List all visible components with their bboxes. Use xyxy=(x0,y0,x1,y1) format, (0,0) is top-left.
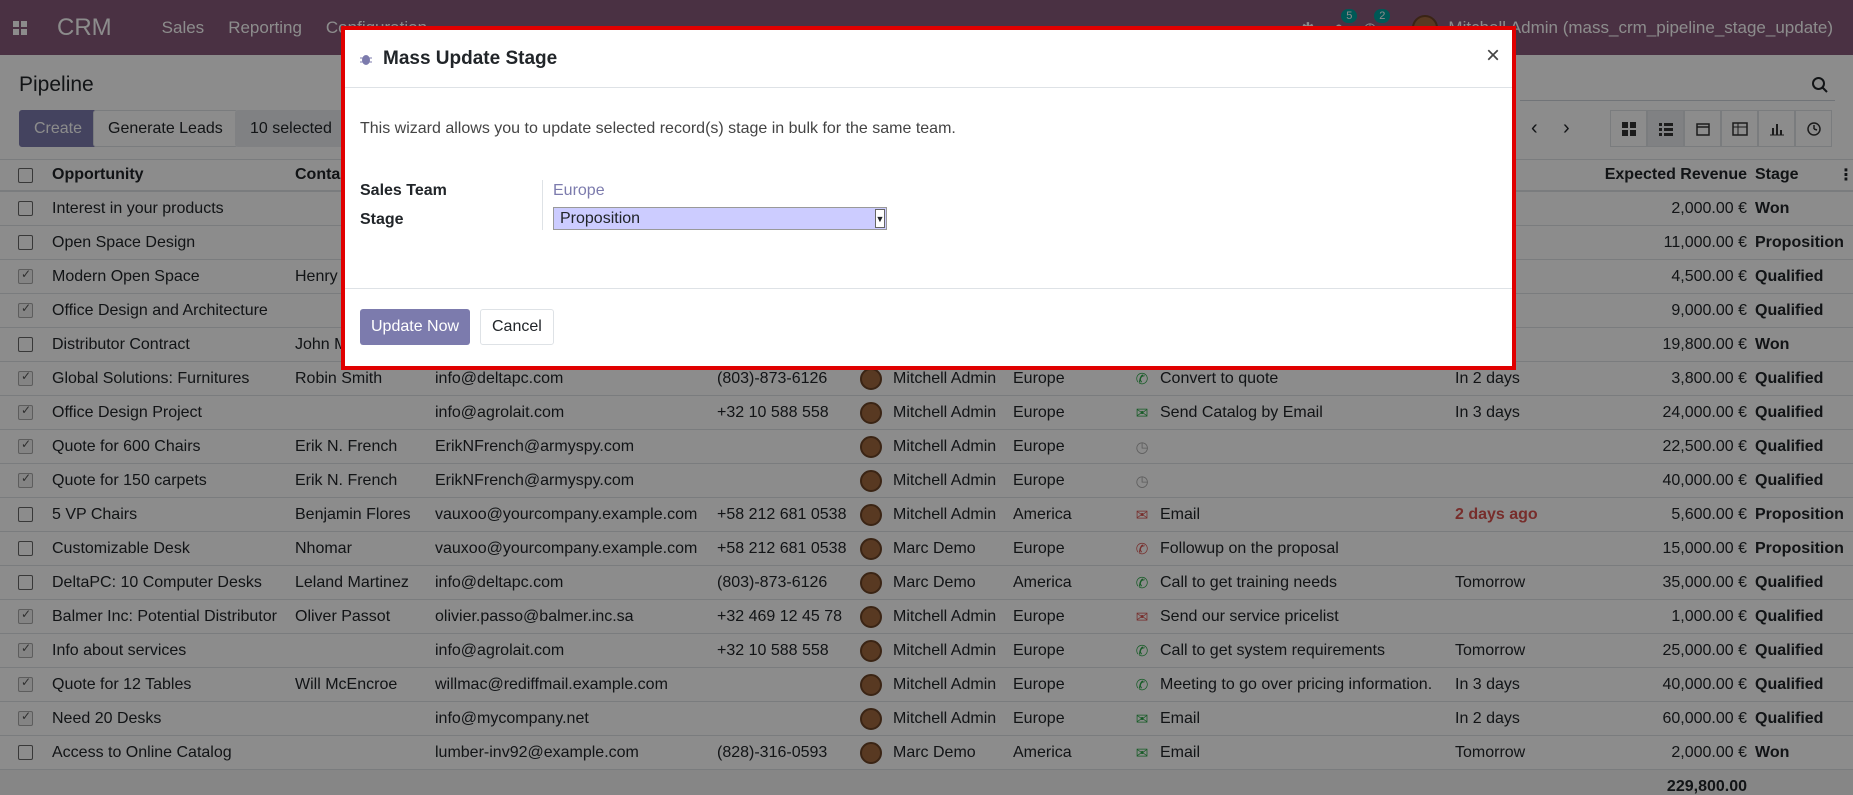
dialog-footer: Update Now Cancel xyxy=(345,289,1512,370)
mass-update-stage-dialog: Mass Update Stage × This wizard allows y… xyxy=(341,26,1516,370)
dialog-header: Mass Update Stage × xyxy=(345,30,1512,88)
dialog-title: Mass Update Stage xyxy=(383,47,558,69)
wizard-description: This wizard allows you to update selecte… xyxy=(360,120,956,137)
cancel-button[interactable]: Cancel xyxy=(480,309,554,345)
sales-team-label: Sales Team xyxy=(360,182,447,199)
chevron-down-icon[interactable]: ▼ xyxy=(875,209,885,228)
sales-team-link[interactable]: Europe xyxy=(553,182,605,200)
close-icon[interactable]: × xyxy=(1486,42,1500,70)
stage-select-value: Proposition xyxy=(560,209,641,227)
bug-icon xyxy=(360,54,372,65)
stage-select[interactable]: Proposition ▼ xyxy=(553,207,887,230)
update-now-button[interactable]: Update Now xyxy=(360,309,471,345)
form-divider xyxy=(542,180,543,230)
dialog-body: This wizard allows you to update selecte… xyxy=(345,88,1512,289)
stage-label: Stage xyxy=(360,211,404,228)
